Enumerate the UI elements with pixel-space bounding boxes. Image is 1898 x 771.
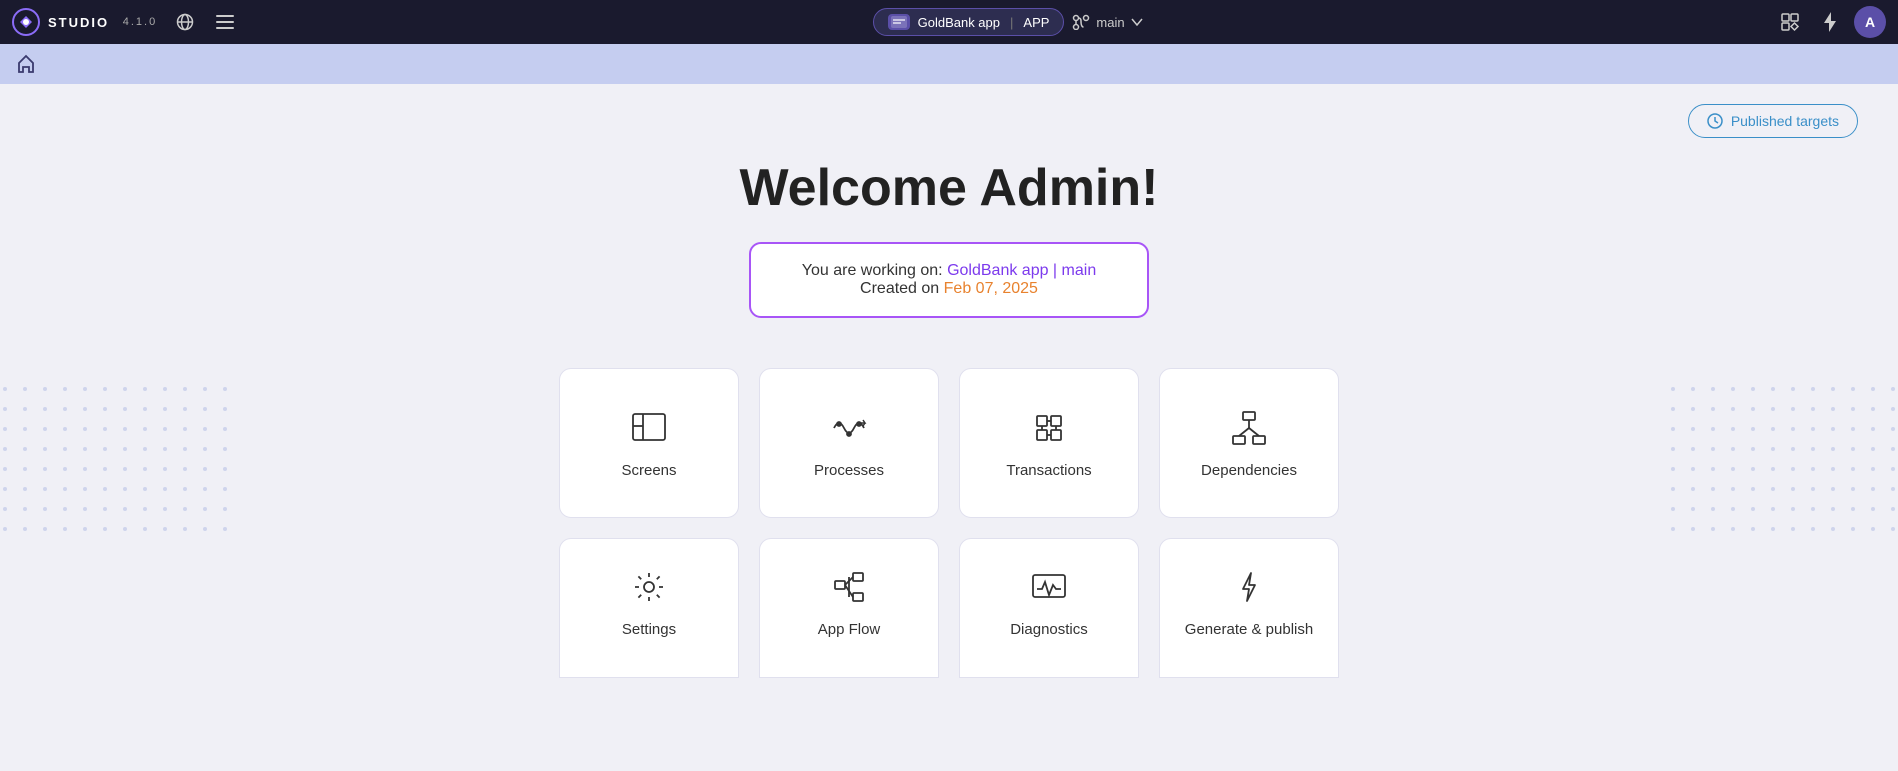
processes-icon <box>829 408 869 448</box>
cards-row-1: Screens Processes <box>559 368 1339 518</box>
app-type: APP <box>1023 15 1049 30</box>
lightning-icon[interactable] <box>1814 6 1846 38</box>
hamburger-icon[interactable] <box>209 6 241 38</box>
brand-logo[interactable] <box>12 8 40 36</box>
published-targets-button[interactable]: Published targets <box>1688 104 1858 138</box>
screens-card[interactable]: Screens <box>559 368 739 518</box>
topnav: STUDIO 4.1.0 GoldBank app | APP <box>0 0 1898 44</box>
content-area: Published targets Welcome Admin! You are… <box>0 84 1898 698</box>
diagnostics-icon <box>1029 567 1069 607</box>
working-on-box: You are working on: GoldBank app | main … <box>749 242 1149 318</box>
branch-name: main <box>1096 15 1124 30</box>
topnav-center: GoldBank app | APP main <box>249 8 1766 36</box>
generate-publish-card[interactable]: Generate & publish <box>1159 538 1339 678</box>
screens-icon <box>629 408 669 448</box>
settings-label: Settings <box>622 621 676 638</box>
welcome-title: Welcome Admin! <box>740 158 1159 218</box>
transactions-card[interactable]: Transactions <box>959 368 1139 518</box>
screens-label: Screens <box>621 462 676 479</box>
settings-icon <box>629 567 669 607</box>
dependencies-card[interactable]: Dependencies <box>1159 368 1339 518</box>
dependencies-icon <box>1229 408 1269 448</box>
cards-row-2: Settings App Flow <box>559 538 1339 678</box>
app-selector[interactable]: GoldBank app | APP <box>873 8 1065 36</box>
brand-name: STUDIO 4.1.0 <box>48 15 157 30</box>
chevron-down-icon <box>1131 18 1143 26</box>
home-button[interactable] <box>16 54 36 74</box>
diagnostics-label: Diagnostics <box>1010 621 1088 638</box>
transactions-icon <box>1029 408 1069 448</box>
branch-selector[interactable]: main <box>1072 14 1142 30</box>
diagnostics-card[interactable]: Diagnostics <box>959 538 1139 678</box>
app-type-badge <box>888 14 910 30</box>
app-name: GoldBank app <box>918 15 1000 30</box>
app-flow-icon <box>829 567 869 607</box>
published-targets-row: Published targets <box>40 104 1858 138</box>
topnav-right: A <box>1774 6 1886 38</box>
created-on-line: Created on Feb 07, 2025 <box>783 280 1115 298</box>
extensions-icon[interactable] <box>1774 6 1806 38</box>
created-date: Feb 07, 2025 <box>944 280 1038 297</box>
app-flow-card[interactable]: App Flow <box>759 538 939 678</box>
settings-card[interactable]: Settings <box>559 538 739 678</box>
generate-publish-icon <box>1229 567 1269 607</box>
processes-card[interactable]: Processes <box>759 368 939 518</box>
user-avatar[interactable]: A <box>1854 6 1886 38</box>
processes-label: Processes <box>814 462 884 479</box>
clock-icon <box>1707 113 1723 129</box>
main-content: for(let i=0;i<96;i++) document.write('<d… <box>0 84 1898 771</box>
working-on-line: You are working on: GoldBank app | main <box>783 262 1115 280</box>
secondbar <box>0 44 1898 84</box>
app-link[interactable]: GoldBank app | main <box>947 262 1096 279</box>
globe-icon[interactable] <box>169 6 201 38</box>
transactions-label: Transactions <box>1006 462 1091 479</box>
generate-publish-label: Generate & publish <box>1185 621 1313 638</box>
dependencies-label: Dependencies <box>1201 462 1297 479</box>
app-flow-label: App Flow <box>818 621 881 638</box>
